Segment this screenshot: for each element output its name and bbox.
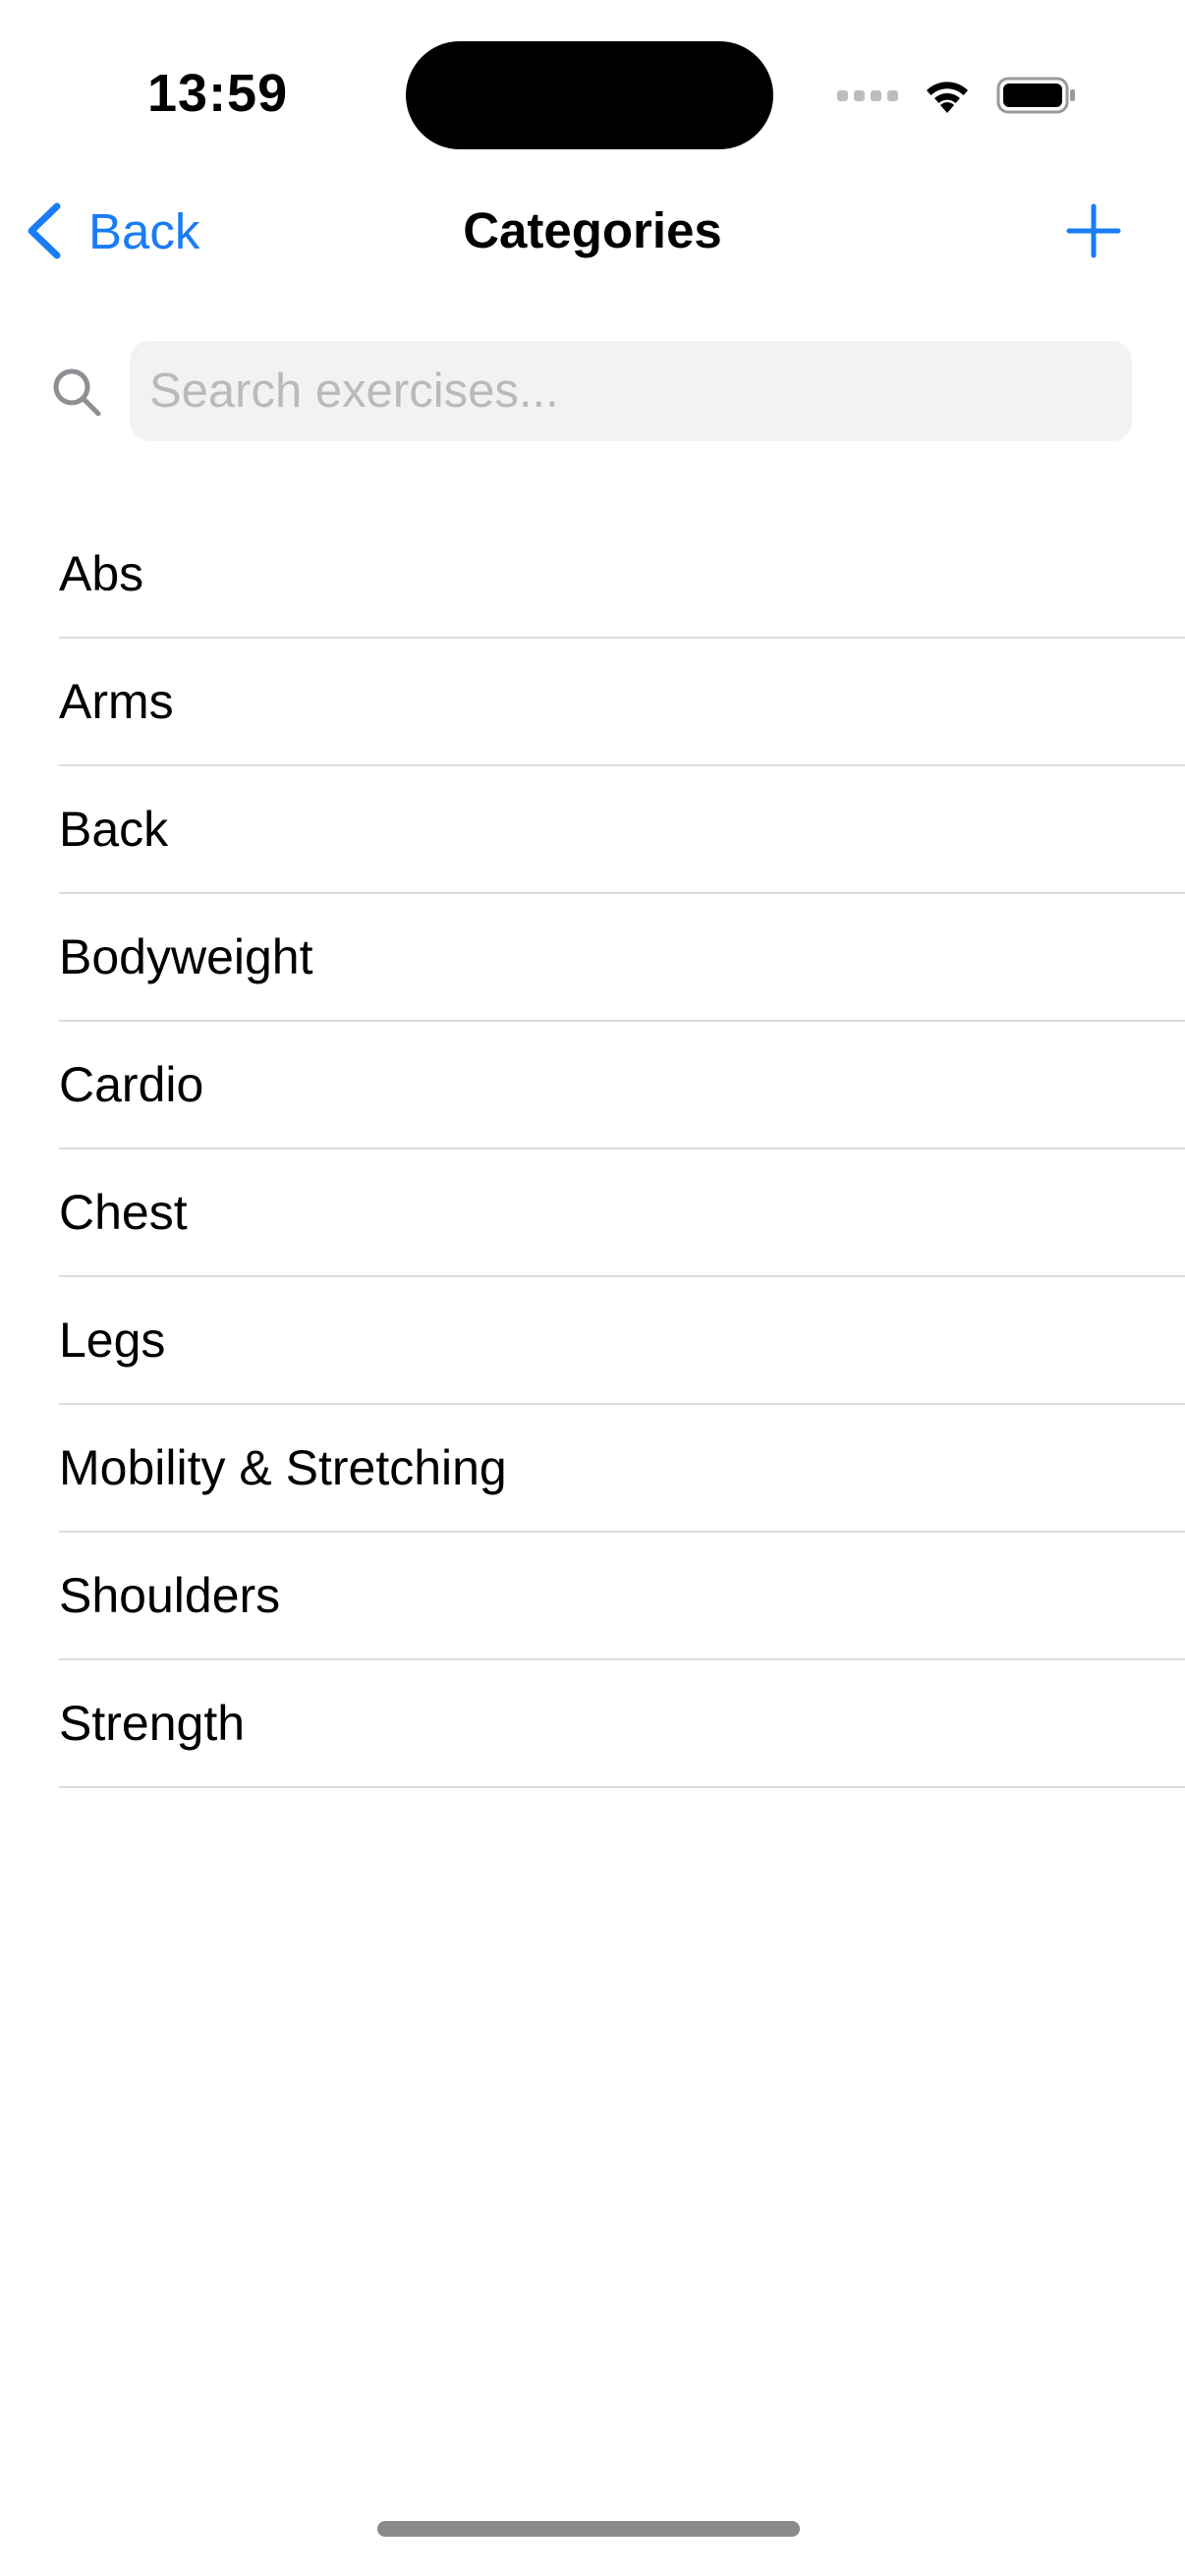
list-item-label: Abs [59,546,144,601]
list-item[interactable]: Chest [59,1149,1185,1277]
list-item[interactable]: Strength [59,1660,1185,1788]
home-indicator[interactable] [377,2521,800,2537]
list-item[interactable]: Back [59,766,1185,894]
status-bar: 13:59 [0,0,1185,187]
list-item[interactable]: Arms [59,639,1185,766]
status-time: 13:59 [147,64,289,123]
battery-icon [996,77,1075,114]
status-icons [837,73,1077,118]
list-item[interactable]: Bodyweight [59,894,1185,1022]
list-item-label: Strength [59,1696,246,1751]
page-title: Categories [463,202,722,258]
list-item[interactable]: Mobility & Stretching [59,1405,1185,1533]
cellular-signal-icon [837,89,898,101]
list-item-label: Legs [59,1313,166,1368]
list-item-label: Cardio [59,1057,204,1112]
plus-icon[interactable] [1065,202,1122,259]
list-item[interactable]: Legs [59,1277,1185,1405]
navigation-bar: Back Categories [0,187,1185,275]
category-list: Abs Arms Back Bodyweight Cardio Chest Le… [59,511,1185,1788]
search-icon [53,368,101,417]
list-item[interactable]: Shoulders [59,1533,1185,1660]
list-item-label: Bodyweight [59,929,313,984]
list-item-label: Arms [59,674,174,729]
list-item-label: Chest [59,1185,188,1240]
dynamic-island [406,41,773,149]
list-item-label: Back [59,802,169,857]
list-item-label: Shoulders [59,1568,281,1623]
list-item[interactable]: Cardio [59,1022,1185,1149]
list-item[interactable]: Abs [59,511,1185,639]
list-item-label: Mobility & Stretching [59,1440,507,1495]
search-input[interactable] [130,341,1132,441]
wifi-icon [927,82,968,113]
search-bar [0,341,1185,443]
